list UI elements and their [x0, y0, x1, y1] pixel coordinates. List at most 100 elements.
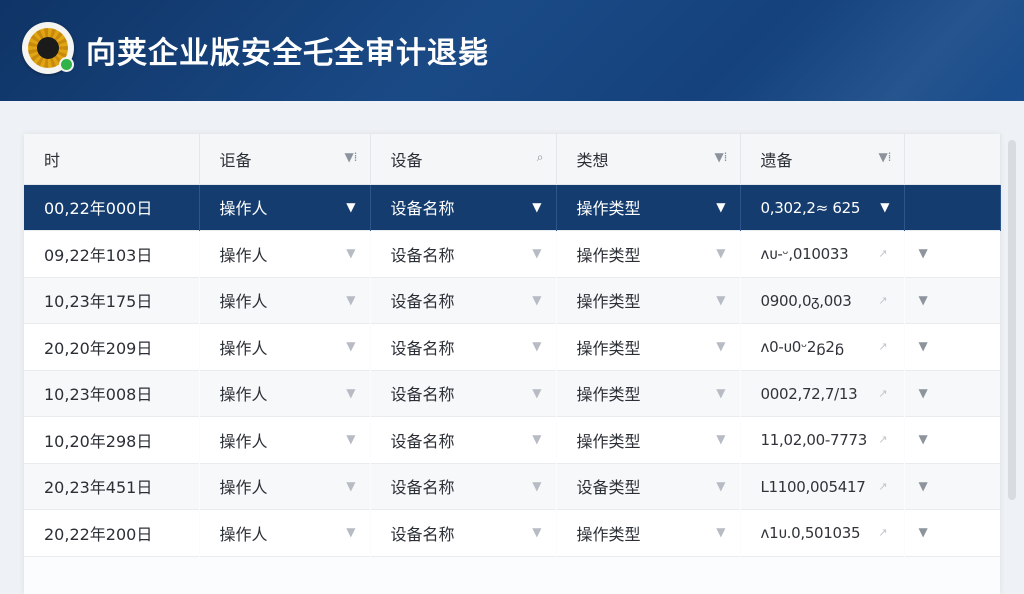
table-row[interactable]: 10,23年175日 操作人 ▼ 设备名称 ▼ 操作类型 ▼ 0900,0ᵹ,003 ↗… — [24, 277, 1000, 324]
chevron-down-icon[interactable]: ▼ — [532, 339, 541, 353]
table-row[interactable]: 10,23年008日 操作人 ▼ 设备名称 ▼ 操作类型 ▼ 0002,72,7/13… — [24, 370, 1000, 417]
chevron-down-icon[interactable]: ▼ — [346, 479, 355, 493]
chevron-down-icon[interactable]: ▼ — [716, 525, 725, 539]
operator-dropdown[interactable]: 操作人 ▼ — [199, 231, 370, 278]
table-row[interactable]: 09,22年103日 操作人 ▼ 设备名称 ▼ 操作类型 ▼ ᴧᴜ-ᵕ,010033 ↗… — [24, 230, 1000, 278]
chevron-down-icon[interactable]: ▼ — [346, 386, 355, 400]
column-header-time[interactable]: 时 — [24, 134, 200, 185]
chevron-down-icon[interactable]: ▼ — [346, 525, 355, 539]
row-expand-cell[interactable]: ▼ — [904, 510, 1000, 557]
column-header-detail[interactable]: 遗备 ▼⁞ — [740, 134, 905, 185]
chevron-down-icon[interactable]: ▼ — [346, 246, 355, 260]
device-dropdown[interactable]: 设备名称 ▼ — [370, 277, 556, 324]
audit-table-panel: 时 讵备 ▼⁞ 设备 ⌕ 类想 ▼⁞ 遗备 ▼⁞ 00,22年000日 操作人 ▼ 设备名… — [24, 134, 1001, 594]
chevron-down-icon[interactable]: ▼ — [919, 479, 928, 493]
detail-cell: ᴧ1ᴜ.0,501035 ↗ — [760, 524, 888, 543]
filter-icon[interactable]: ▼⁞ — [714, 150, 727, 164]
time-cell: 20,20年209日 — [44, 338, 153, 358]
search-icon[interactable]: ⌕ — [537, 150, 544, 165]
chevron-down-icon[interactable]: ▼ — [716, 293, 725, 307]
arrow-icon[interactable]: ↗ — [878, 526, 887, 539]
operator-dropdown[interactable]: 操作人 ▼ — [199, 417, 370, 464]
time-cell: 10,20年298日 — [44, 431, 153, 451]
chevron-down-icon[interactable]: ▼ — [919, 293, 928, 307]
arrow-icon[interactable]: ↗ — [878, 433, 887, 446]
operator-dropdown[interactable]: 操作人 ▼ — [199, 463, 370, 510]
chevron-down-icon[interactable]: ▼ — [346, 200, 355, 214]
chevron-down-icon[interactable]: ▼ — [716, 479, 725, 493]
row-expand-cell[interactable]: ▼ — [904, 324, 1000, 371]
operator-dropdown[interactable]: 操作人 ▼ — [199, 324, 370, 371]
device-dropdown[interactable]: 设备名称 ▼ — [370, 231, 556, 278]
table-row[interactable]: 00,22年000日 操作人 ▼ 设备名称 ▼ 操作类型 ▼ 0,302,2≈ 625… — [24, 184, 1001, 231]
type-dropdown[interactable]: 操作类型 ▼ — [556, 510, 740, 557]
chevron-down-icon[interactable]: ▼ — [716, 200, 725, 214]
table-row[interactable]: 20,20年209日 操作人 ▼ 设备名称 ▼ 操作类型 ▼ ᴧ0-ᴜ0ᵕ2ᵷ2ᵷ ↗ … — [24, 323, 1000, 371]
status-dot-icon — [59, 57, 74, 72]
detail-cell: L1100,005417 ↗ — [760, 477, 888, 496]
device-dropdown[interactable]: 设备名称 ▼ — [370, 184, 557, 231]
type-dropdown[interactable]: 设备类型 ▼ — [556, 463, 740, 510]
table-row[interactable]: 10,20年298日 操作人 ▼ 设备名称 ▼ 操作类型 ▼ 11,02,00-777… — [24, 416, 1000, 464]
chevron-down-icon[interactable]: ▼ — [532, 246, 541, 260]
chevron-down-icon[interactable]: ▼ — [532, 200, 541, 214]
chevron-down-icon[interactable]: ▼ — [346, 432, 355, 446]
row-expand-cell[interactable]: ▼ — [904, 277, 1000, 324]
time-cell: 09,22年103日 — [44, 245, 153, 265]
chevron-down-icon[interactable]: ▼ — [880, 200, 889, 214]
arrow-icon[interactable]: ↗ — [878, 247, 887, 260]
chevron-down-icon[interactable]: ▼ — [532, 432, 541, 446]
chevron-down-icon[interactable]: ▼ — [532, 293, 541, 307]
filter-icon[interactable]: ▼⁞ — [344, 150, 357, 164]
chevron-down-icon[interactable]: ▼ — [919, 386, 928, 400]
chevron-down-icon[interactable]: ▼ — [919, 525, 928, 539]
device-dropdown[interactable]: 设备名称 ▼ — [370, 417, 556, 464]
page-title: 向荚企业版安全乇全审计退毙 — [86, 36, 489, 71]
table-row[interactable]: 20,23年451日 操作人 ▼ 设备名称 ▼ 设备类型 ▼ L1100,005417… — [24, 463, 1000, 510]
time-cell: 10,23年175日 — [44, 292, 153, 312]
filter-icon[interactable]: ▼⁞ — [878, 150, 891, 164]
chevron-down-icon[interactable]: ▼ — [532, 525, 541, 539]
table-row[interactable]: 20,22年200日 操作人 ▼ 设备名称 ▼ 操作类型 ▼ ᴧ1ᴜ.0,501035… — [24, 509, 1000, 557]
type-dropdown[interactable]: 操作类型 ▼ — [556, 324, 740, 371]
column-header-type[interactable]: 类想 ▼⁞ — [556, 134, 741, 185]
type-dropdown[interactable]: 操作类型 ▼ — [556, 370, 740, 417]
column-header-device[interactable]: 设备 ⌕ — [370, 134, 557, 185]
row-expand-cell[interactable]: ▼ — [904, 417, 1000, 464]
type-dropdown[interactable]: 操作类型 ▼ — [556, 417, 740, 464]
chevron-down-icon[interactable]: ▼ — [346, 293, 355, 307]
operator-dropdown[interactable]: 操作人 ▼ — [199, 510, 370, 557]
row-expand-cell[interactable]: ▼ — [904, 463, 1000, 510]
device-dropdown[interactable]: 设备名称 ▼ — [370, 463, 556, 510]
operator-dropdown[interactable]: 操作人 ▼ — [199, 184, 371, 231]
chevron-down-icon[interactable]: ▼ — [532, 479, 541, 493]
chevron-down-icon[interactable]: ▼ — [532, 386, 541, 400]
chevron-down-icon[interactable]: ▼ — [919, 339, 928, 353]
time-cell: 20,23年451日 — [44, 478, 153, 498]
type-dropdown[interactable]: 操作类型 ▼ — [556, 277, 740, 324]
device-dropdown[interactable]: 设备名称 ▼ — [370, 324, 556, 371]
chevron-down-icon[interactable]: ▼ — [919, 432, 928, 446]
row-expand-cell[interactable]: ▼ — [904, 370, 1000, 417]
chevron-down-icon[interactable]: ▼ — [716, 339, 725, 353]
column-header-operator[interactable]: 讵备 ▼⁞ — [199, 134, 371, 185]
detail-dropdown[interactable]: 0,302,2≈ 625 ▼ — [740, 184, 905, 231]
chevron-down-icon[interactable]: ▼ — [716, 246, 725, 260]
chevron-down-icon[interactable]: ▼ — [716, 386, 725, 400]
operator-dropdown[interactable]: 操作人 ▼ — [199, 370, 370, 417]
arrow-icon[interactable]: ↗ — [878, 480, 887, 493]
type-dropdown[interactable]: 操作类型 ▼ — [556, 184, 741, 231]
chevron-down-icon[interactable]: ▼ — [716, 432, 725, 446]
vertical-scrollbar[interactable] — [1008, 140, 1016, 500]
chevron-down-icon[interactable]: ▼ — [346, 339, 355, 353]
operator-dropdown[interactable]: 操作人 ▼ — [199, 277, 370, 324]
device-dropdown[interactable]: 设备名称 ▼ — [370, 510, 556, 557]
device-dropdown[interactable]: 设备名称 ▼ — [370, 370, 556, 417]
arrow-icon[interactable]: ↗ — [878, 387, 887, 400]
type-dropdown[interactable]: 操作类型 ▼ — [556, 231, 740, 278]
table-header-row: 时 讵备 ▼⁞ 设备 ⌕ 类想 ▼⁞ 遗备 ▼⁞ — [24, 134, 1001, 185]
row-expand-cell[interactable]: ▼ — [904, 231, 1000, 278]
chevron-down-icon[interactable]: ▼ — [919, 246, 928, 260]
arrow-icon[interactable]: ↗ — [878, 340, 887, 353]
arrow-icon[interactable]: ↗ — [878, 294, 887, 307]
